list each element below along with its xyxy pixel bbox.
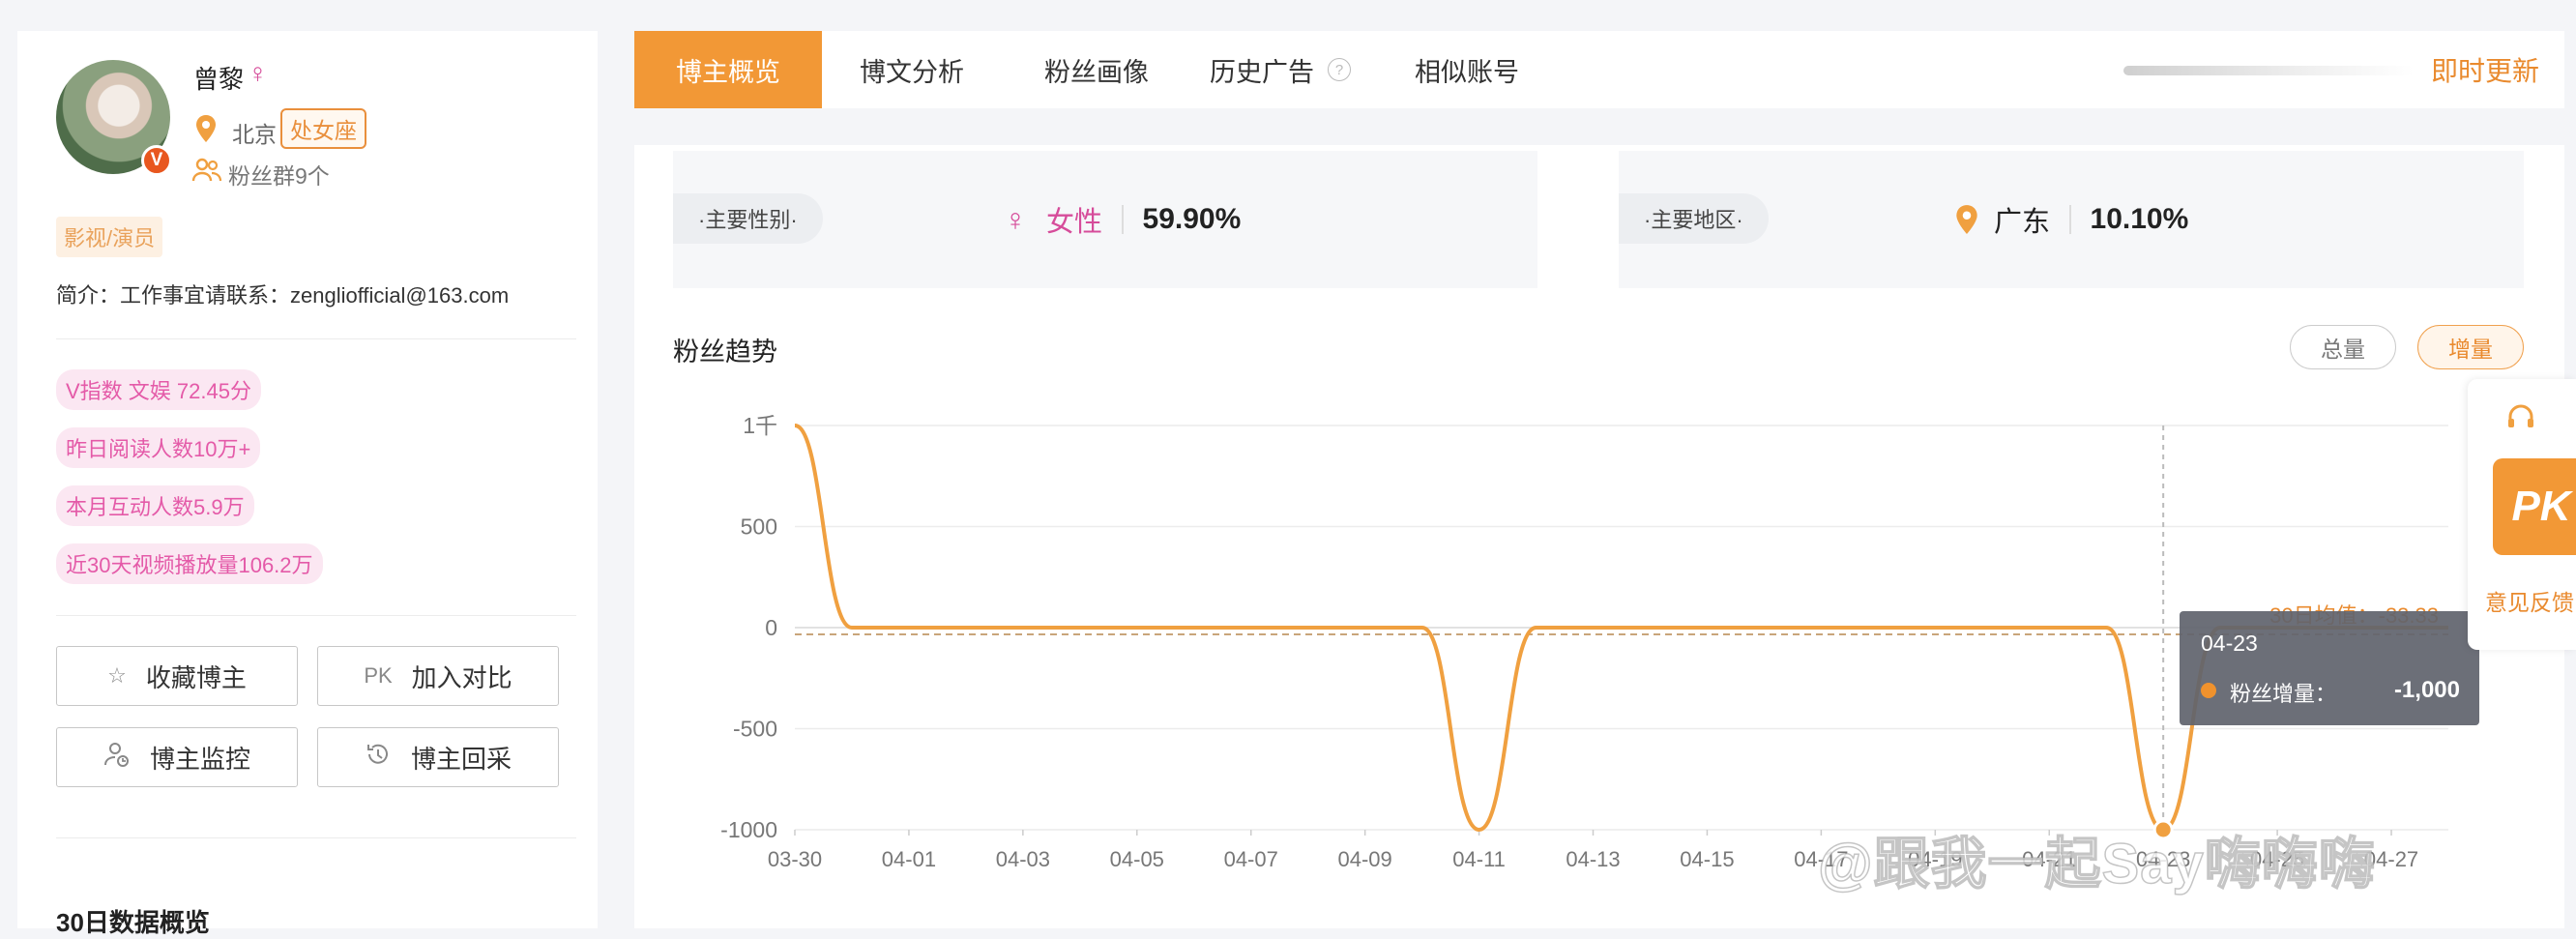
fans-trend-chart[interactable]: 1千 500 0 -500 -1000 03-30 04-01 04-03 04-05 04-0… [0, 0, 2576, 928]
y-tick-label: 500 [741, 514, 777, 540]
chart-tooltip: 04-23 粉丝增量： -1,000 [2180, 611, 2479, 725]
y-tick-label: -500 [733, 717, 777, 742]
y-tick-label: -1000 [720, 817, 777, 842]
headset-icon[interactable] [2506, 404, 2535, 431]
x-tick-label: 04-11 [1452, 847, 1506, 871]
y-tick-label: 1千 [743, 413, 777, 438]
feedback-link[interactable]: 意见反馈 [2485, 584, 2574, 617]
series-dot-icon [2201, 683, 2216, 698]
pk-button[interactable]: PK [2493, 458, 2576, 555]
x-tick-label: 04-05 [1110, 847, 1164, 871]
watermark: @跟我一起Say嗨嗨嗨 [1817, 832, 2376, 896]
x-tick-label: 04-13 [1566, 847, 1620, 871]
x-tick-label: 04-15 [1680, 847, 1734, 871]
tooltip-date: 04-23 [2201, 631, 2258, 656]
x-tick-label: 04-01 [882, 847, 936, 871]
tooltip-value: -1,000 [2393, 677, 2460, 703]
x-tick-label: 04-07 [1224, 847, 1278, 871]
x-tick-label: 04-03 [996, 847, 1050, 871]
tooltip-series-label: 粉丝增量： [2230, 682, 2337, 706]
x-tick-label: 04-09 [1338, 847, 1392, 871]
x-tick-label: 03-30 [768, 847, 822, 871]
floating-toolbar: PK 意见反馈 [2468, 379, 2576, 650]
y-tick-label: 0 [765, 615, 777, 640]
